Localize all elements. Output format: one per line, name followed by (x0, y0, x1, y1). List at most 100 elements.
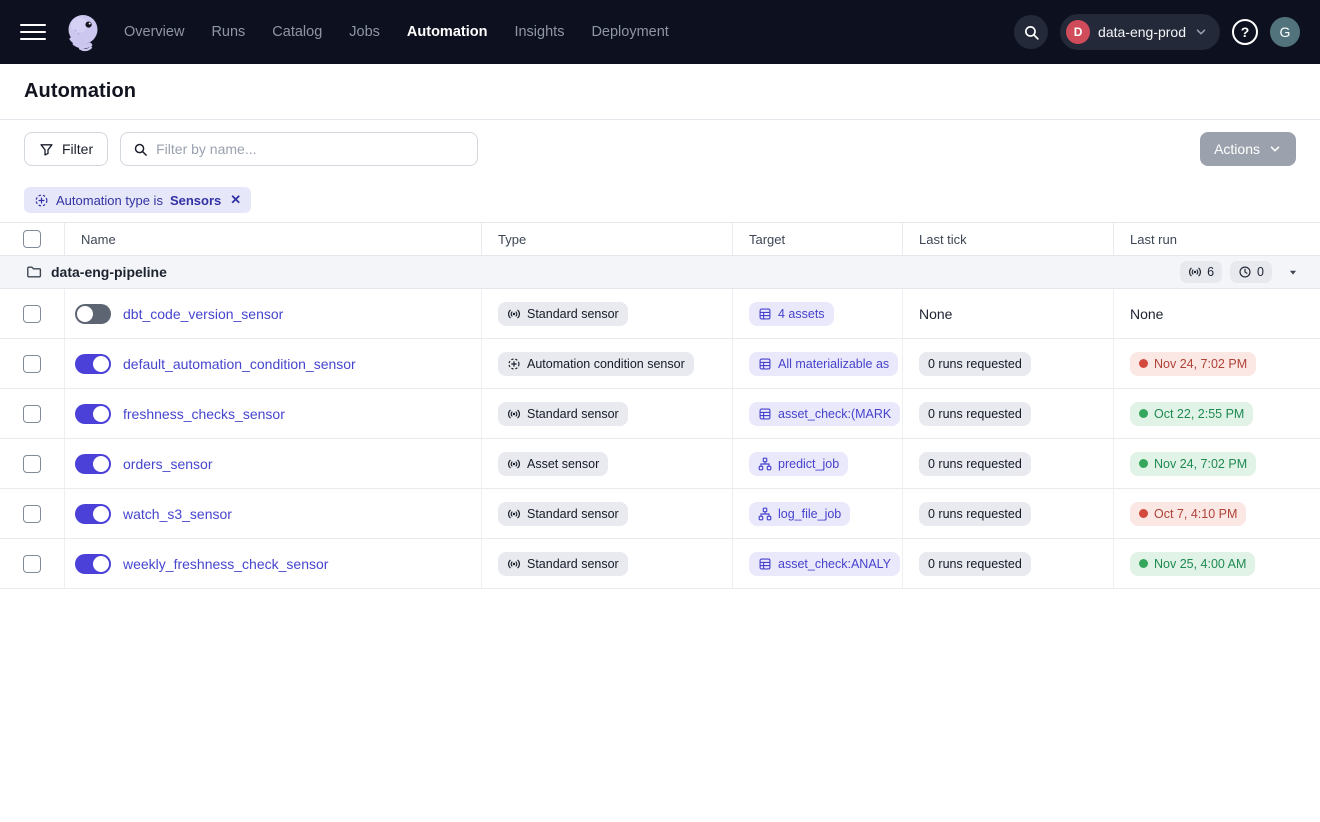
name-filter-input[interactable] (156, 141, 465, 157)
sensor-name-link[interactable]: default_automation_condition_sensor (123, 356, 356, 372)
last-run-badge[interactable]: Oct 22, 2:55 PM (1130, 402, 1253, 426)
job-icon (758, 457, 772, 471)
sensor-toggle[interactable] (75, 454, 111, 474)
sensor-icon (1188, 265, 1202, 279)
nav-catalog[interactable]: Catalog (272, 24, 322, 40)
name-filter-field[interactable] (120, 132, 478, 166)
table-header-row: Name Type Target Last tick Last run (0, 223, 1320, 256)
filter-chip-automation-type[interactable]: Automation type is Sensors ✕ (24, 187, 251, 213)
menu-icon[interactable] (20, 24, 46, 41)
sensor-name-link[interactable]: watch_s3_sensor (123, 506, 232, 522)
workspace-switcher[interactable]: D data-eng-prod (1060, 14, 1220, 50)
page-header: Automation (0, 64, 1320, 120)
folder-icon (26, 264, 42, 280)
status-dot-success (1139, 409, 1148, 418)
target-badge[interactable]: predict_job (749, 452, 848, 476)
column-header-target: Target (732, 223, 902, 255)
sensor-icon (507, 557, 521, 571)
nav-overview[interactable]: Overview (124, 24, 184, 40)
status-dot-error (1139, 509, 1148, 518)
last-tick-badge: 0 runs requested (919, 352, 1031, 376)
toolbar: Filter Actions (0, 120, 1320, 178)
page-title: Automation (24, 80, 136, 103)
row-checkbox[interactable] (23, 405, 41, 423)
nav-insights[interactable]: Insights (514, 24, 564, 40)
collapse-group-icon[interactable] (1286, 265, 1300, 279)
workspace-name: data-eng-prod (1098, 24, 1186, 40)
filter-button[interactable]: Filter (24, 132, 108, 166)
automation-condition-icon (507, 357, 521, 371)
target-badge[interactable]: asset_check:ANALY (749, 552, 900, 576)
sensor-type-badge: Standard sensor (498, 502, 628, 526)
asset-icon (758, 357, 772, 371)
group-schedule-count-badge: 0 (1230, 261, 1272, 283)
actions-button[interactable]: Actions (1200, 132, 1296, 166)
sensor-type-badge: Asset sensor (498, 452, 608, 476)
target-badge[interactable]: log_file_job (749, 502, 850, 526)
sensor-name-link[interactable]: freshness_checks_sensor (123, 406, 285, 422)
sensor-icon (507, 407, 521, 421)
sensor-type-badge: Standard sensor (498, 402, 628, 426)
nav-automation[interactable]: Automation (407, 24, 488, 40)
sensor-icon (507, 507, 521, 521)
main-nav: Overview Runs Catalog Jobs Automation In… (124, 24, 669, 40)
group-row[interactable]: data-eng-pipeline 6 0 (0, 256, 1320, 289)
last-run-badge[interactable]: Nov 24, 7:02 PM (1130, 452, 1256, 476)
last-run-badge[interactable]: Nov 25, 4:00 AM (1130, 552, 1255, 576)
nav-runs[interactable]: Runs (211, 24, 245, 40)
row-checkbox[interactable] (23, 355, 41, 373)
last-run-value: None (1130, 306, 1163, 322)
sensor-name-link[interactable]: orders_sensor (123, 456, 213, 472)
asset-icon (758, 407, 772, 421)
sensor-toggle[interactable] (75, 554, 111, 574)
select-all-checkbox[interactable] (23, 230, 41, 248)
last-run-badge[interactable]: Nov 24, 7:02 PM (1130, 352, 1256, 376)
last-tick-badge: 0 runs requested (919, 502, 1031, 526)
sensor-toggle[interactable] (75, 404, 111, 424)
filter-chip-prefix: Automation type is (56, 193, 163, 208)
group-sensor-count-badge: 6 (1180, 261, 1222, 283)
target-badge[interactable]: asset_check:(MARK (749, 402, 900, 426)
sensor-toggle[interactable] (75, 504, 111, 524)
status-dot-success (1139, 559, 1148, 568)
sensor-type-badge: Standard sensor (498, 302, 628, 326)
table-row: dbt_code_version_sensor Standard sensor … (0, 289, 1320, 339)
asset-icon (758, 557, 772, 571)
actions-button-label: Actions (1214, 141, 1260, 157)
chevron-down-icon (1194, 25, 1208, 39)
active-filters-row: Automation type is Sensors ✕ (0, 178, 1320, 223)
target-badge[interactable]: All materializable as (749, 352, 898, 376)
row-checkbox[interactable] (23, 505, 41, 523)
row-checkbox[interactable] (23, 555, 41, 573)
funnel-icon (39, 142, 54, 157)
remove-filter-icon[interactable]: ✕ (230, 192, 241, 208)
column-header-name: Name (64, 223, 481, 255)
user-avatar[interactable]: G (1270, 17, 1300, 47)
filter-button-label: Filter (62, 141, 93, 157)
row-checkbox[interactable] (23, 305, 41, 323)
column-header-type: Type (481, 223, 732, 255)
nav-jobs[interactable]: Jobs (349, 24, 380, 40)
last-tick-badge: 0 runs requested (919, 452, 1031, 476)
last-tick-badge: 0 runs requested (919, 552, 1031, 576)
sensor-type-badge: Automation condition sensor (498, 352, 694, 376)
job-icon (758, 507, 772, 521)
dagster-logo-icon[interactable] (60, 9, 106, 55)
table-row: orders_sensor Asset sensor predict_job 0… (0, 439, 1320, 489)
row-checkbox[interactable] (23, 455, 41, 473)
nav-deployment[interactable]: Deployment (591, 24, 668, 40)
sensor-name-link[interactable]: dbt_code_version_sensor (123, 306, 283, 322)
search-button[interactable] (1014, 15, 1048, 49)
group-name: data-eng-pipeline (51, 264, 167, 280)
last-run-badge[interactable]: Oct 7, 4:10 PM (1130, 502, 1246, 526)
table-row: weekly_freshness_check_sensor Standard s… (0, 539, 1320, 589)
top-navigation-bar: Overview Runs Catalog Jobs Automation In… (0, 0, 1320, 64)
status-dot-success (1139, 459, 1148, 468)
target-badge[interactable]: 4 assets (749, 302, 834, 326)
sensor-toggle[interactable] (75, 354, 111, 374)
last-tick-badge: 0 runs requested (919, 402, 1031, 426)
sensor-toggle[interactable] (75, 304, 111, 324)
help-button[interactable]: ? (1232, 19, 1258, 45)
sensor-name-link[interactable]: weekly_freshness_check_sensor (123, 556, 328, 572)
status-dot-error (1139, 359, 1148, 368)
